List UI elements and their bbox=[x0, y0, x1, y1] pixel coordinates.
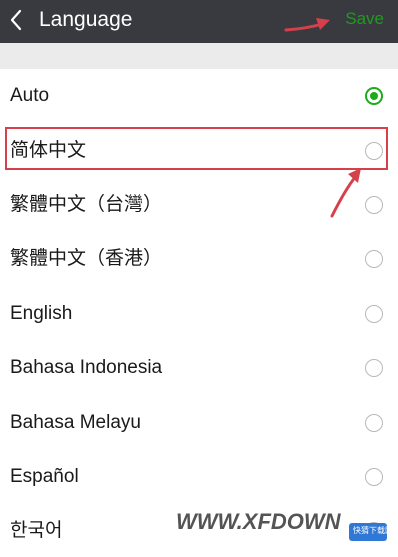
language-label: 한국어 bbox=[10, 520, 63, 542]
language-option-auto[interactable]: Auto bbox=[0, 69, 398, 123]
language-option-traditional-chinese-hongkong[interactable]: 繁體中文（香港） bbox=[0, 232, 398, 286]
radio-unchecked-icon[interactable] bbox=[365, 413, 383, 432]
radio-unchecked-icon[interactable] bbox=[365, 359, 383, 378]
back-button[interactable] bbox=[6, 5, 30, 35]
language-option-traditional-chinese-taiwan[interactable]: 繁體中文（台灣） bbox=[0, 178, 398, 232]
page-title: Language bbox=[39, 8, 133, 31]
language-label: Bahasa Melayu bbox=[10, 411, 141, 433]
radio-unchecked-icon[interactable] bbox=[365, 195, 383, 214]
language-label: 繁體中文（香港） bbox=[10, 248, 163, 270]
language-option-bahasa-melayu[interactable]: Bahasa Melayu bbox=[0, 395, 398, 449]
language-label: Bahasa Indonesia bbox=[10, 357, 163, 379]
watermark-logo-text: 快猜下载网 bbox=[353, 526, 393, 535]
language-label: Español bbox=[10, 465, 79, 487]
radio-unchecked-icon[interactable] bbox=[365, 467, 383, 486]
title-bar: Language Save bbox=[0, 0, 398, 43]
annotation-highlight-box bbox=[5, 127, 388, 170]
language-label: Auto bbox=[10, 85, 50, 107]
radio-unchecked-icon[interactable] bbox=[365, 250, 383, 269]
language-option-espanol[interactable]: Español bbox=[0, 450, 398, 504]
save-button[interactable]: Save bbox=[345, 9, 384, 29]
language-option-english[interactable]: English bbox=[0, 287, 398, 341]
language-label: 繁體中文（台灣） bbox=[10, 193, 163, 215]
watermark-text: WWW.XFDOWN bbox=[176, 509, 341, 534]
chevron-left-icon bbox=[10, 9, 22, 31]
language-label: English bbox=[10, 302, 73, 324]
watermark-logo: 快猜下载网 bbox=[349, 523, 393, 541]
radio-unchecked-icon[interactable] bbox=[365, 304, 383, 323]
language-option-bahasa-indonesia[interactable]: Bahasa Indonesia bbox=[0, 341, 398, 395]
radio-checked-icon[interactable] bbox=[365, 87, 383, 106]
